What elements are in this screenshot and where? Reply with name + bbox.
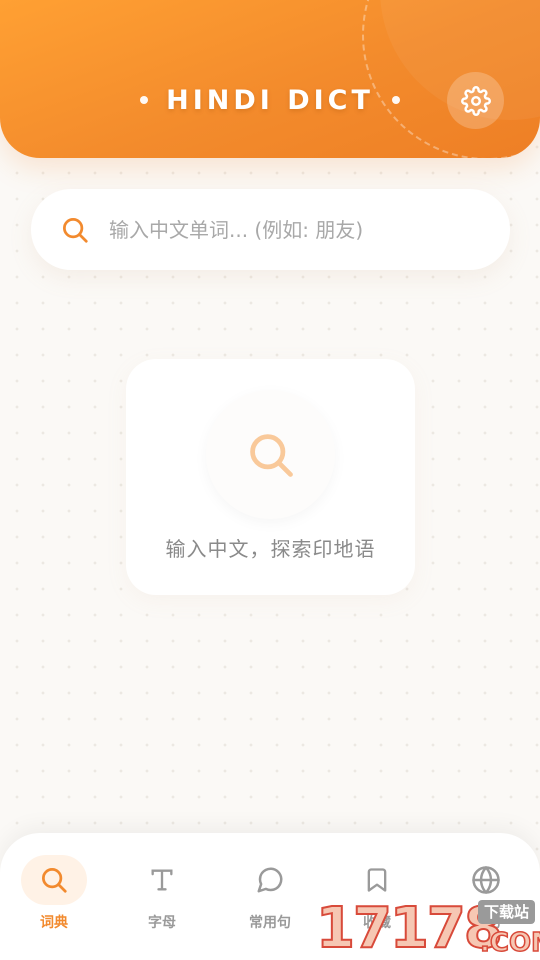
- search-icon: [60, 215, 90, 245]
- app-title: HINDI DICT: [166, 84, 374, 116]
- app-header: HINDI DICT: [0, 0, 540, 158]
- watermark-digits: 17178: [315, 896, 504, 960]
- globe-icon: [472, 866, 500, 894]
- title-dot-left: [140, 96, 149, 104]
- text-icon: [151, 869, 173, 891]
- search-bar[interactable]: [31, 189, 510, 270]
- chat-bubble-icon: [257, 867, 283, 893]
- bookmark-icon: [367, 868, 387, 892]
- search-input[interactable]: [109, 209, 489, 251]
- settings-button[interactable]: [447, 72, 504, 129]
- watermark-domain: .COM: [479, 927, 540, 959]
- empty-state-message: 输入中文，探索印地语: [165, 537, 376, 561]
- empty-state-icon-circle: [206, 390, 335, 519]
- empty-state-card: 输入中文，探索印地语: [126, 359, 415, 595]
- nav-item-dictionary[interactable]: 词典: [9, 855, 99, 945]
- nav-label: 词典: [40, 915, 68, 931]
- nav-label: 常用句: [249, 915, 291, 931]
- nav-label: 字母: [148, 915, 176, 931]
- watermark-logo: 17178 下载站 .COM: [315, 896, 540, 960]
- nav-icon-bg: [237, 855, 303, 905]
- search-icon: [42, 868, 67, 893]
- header-decoration-ring: [362, 0, 540, 158]
- search-icon: [249, 433, 293, 477]
- nav-item-alphabet[interactable]: 字母: [117, 855, 207, 945]
- title-dot-right: [391, 96, 400, 104]
- nav-item-phrases[interactable]: 常用句: [225, 855, 315, 945]
- gear-icon: [460, 85, 491, 116]
- nav-icon-bg: [129, 855, 195, 905]
- nav-icon-bg: [21, 855, 87, 905]
- watermark-top-text: 下载站: [478, 900, 536, 924]
